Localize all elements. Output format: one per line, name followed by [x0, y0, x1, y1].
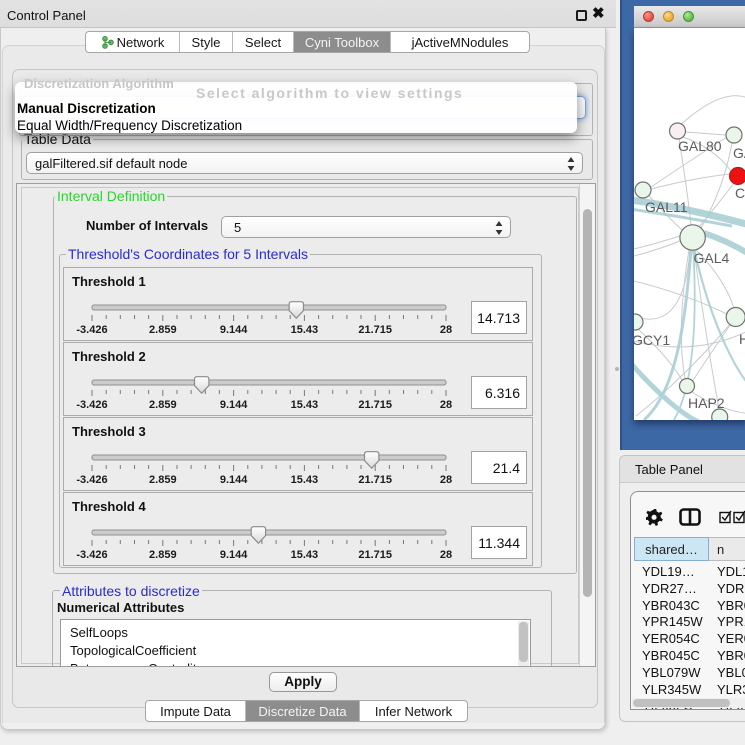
- svg-text:2.859: 2.859: [149, 549, 177, 561]
- svg-text:21.715: 21.715: [358, 549, 392, 561]
- svg-text:-3.426: -3.426: [76, 324, 107, 336]
- svg-text:15.43: 15.43: [291, 324, 319, 336]
- svg-text:C: C: [735, 185, 745, 201]
- svg-text:21.715: 21.715: [358, 399, 392, 411]
- svg-text:9.144: 9.144: [220, 549, 248, 561]
- svg-text:15.43: 15.43: [291, 549, 319, 561]
- svg-text:HAP2: HAP2: [688, 395, 725, 411]
- svg-text:15.43: 15.43: [291, 399, 319, 411]
- svg-text:GAL11: GAL11: [645, 199, 688, 215]
- svg-text:GA: GA: [733, 145, 745, 161]
- svg-text:15.43: 15.43: [291, 474, 319, 486]
- svg-text:-3.426: -3.426: [76, 549, 107, 561]
- svg-text:28: 28: [440, 324, 452, 336]
- svg-text:9.144: 9.144: [220, 324, 248, 336]
- svg-text:2.859: 2.859: [149, 324, 177, 336]
- svg-text:-3.426: -3.426: [76, 399, 107, 411]
- svg-text:2.859: 2.859: [149, 474, 177, 486]
- svg-text:2.859: 2.859: [149, 399, 177, 411]
- svg-text:GAL4: GAL4: [694, 250, 730, 266]
- svg-text:28: 28: [440, 549, 452, 561]
- svg-text:28: 28: [440, 474, 452, 486]
- svg-text:28: 28: [440, 399, 452, 411]
- svg-text:21.715: 21.715: [358, 324, 392, 336]
- svg-text:GCY1: GCY1: [634, 332, 670, 348]
- svg-text:H: H: [739, 331, 745, 347]
- svg-text:-3.426: -3.426: [76, 474, 107, 486]
- svg-text:21.715: 21.715: [358, 474, 392, 486]
- svg-text:GAL80: GAL80: [678, 138, 722, 154]
- svg-text:9.144: 9.144: [220, 399, 248, 411]
- svg-text:9.144: 9.144: [220, 474, 248, 486]
